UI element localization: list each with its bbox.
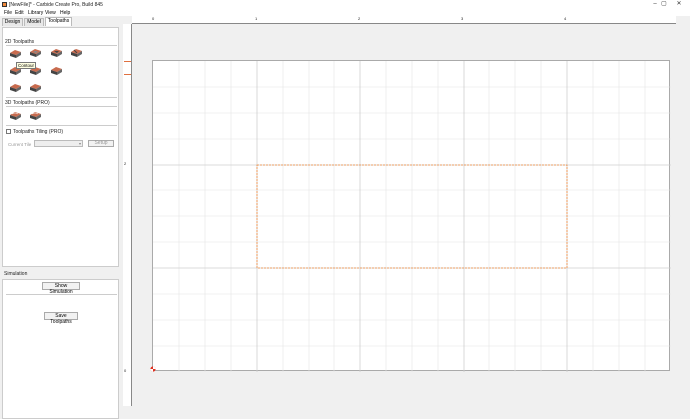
ruler-left: 2 0 bbox=[123, 24, 132, 406]
ruler-label: 3 bbox=[461, 16, 464, 21]
rough-toolpath-icon[interactable] bbox=[9, 82, 22, 93]
3d-finish-icon[interactable] bbox=[29, 110, 42, 121]
ruler-label: 2 bbox=[358, 16, 361, 21]
window-title: [NewFile]* - Carbide Create Pro, Build 8… bbox=[9, 1, 103, 8]
ruler-marker bbox=[124, 74, 131, 75]
canvas-grid bbox=[153, 61, 671, 372]
tab-design[interactable]: Design bbox=[2, 18, 23, 26]
chamfer-toolpath-icon[interactable] bbox=[50, 65, 63, 76]
divider bbox=[6, 97, 117, 98]
menu-bar: File Edit Library View Help bbox=[0, 9, 690, 16]
ruler-label: 2 bbox=[124, 161, 127, 166]
ruler-label: 1 bbox=[255, 16, 258, 21]
divider bbox=[6, 45, 117, 46]
finish-toolpath-icon[interactable] bbox=[29, 82, 42, 93]
divider bbox=[6, 294, 117, 295]
tiling-checkbox[interactable] bbox=[6, 129, 11, 134]
toolpaths-panel: 2D Toolpaths Contour 3D Toolpaths (PRO) … bbox=[2, 27, 119, 267]
ruler-label: 0 bbox=[152, 16, 155, 21]
contour-tooltip: Contour bbox=[16, 62, 37, 69]
ruler-top: 0 1 2 3 4 bbox=[132, 16, 676, 24]
simulation-panel: Show Simulation Save Toolpaths bbox=[2, 279, 119, 419]
maximize-button[interactable]: ▢ bbox=[657, 0, 671, 9]
tab-toolpaths[interactable]: Toolpaths bbox=[45, 17, 72, 26]
setup-button[interactable]: Setup bbox=[88, 140, 114, 147]
contour-toolpath-icon[interactable] bbox=[9, 48, 22, 59]
vcarve-toolpath-icon[interactable] bbox=[70, 47, 83, 58]
chevron-down-icon: ▾ bbox=[78, 141, 81, 146]
tab-model[interactable]: Model bbox=[24, 18, 44, 26]
save-toolpaths-button[interactable]: Save Toolpaths bbox=[44, 312, 78, 325]
close-button[interactable]: ✕ bbox=[672, 0, 686, 9]
app-icon bbox=[2, 2, 7, 7]
drill-toolpath-icon[interactable] bbox=[50, 47, 63, 58]
title-bar: [NewFile]* - Carbide Create Pro, Build 8… bbox=[0, 0, 690, 9]
show-simulation-button[interactable]: Show Simulation bbox=[42, 282, 80, 295]
divider bbox=[6, 125, 117, 126]
current-tile-label: Current Tile bbox=[8, 142, 32, 147]
simulation-heading: Simulation bbox=[4, 271, 28, 277]
design-canvas[interactable] bbox=[152, 60, 671, 372]
ruler-label: 4 bbox=[564, 16, 567, 21]
pocket-toolpath-icon[interactable] bbox=[29, 47, 42, 58]
tiling-label: Toolpaths Tiling (PRO) bbox=[13, 129, 64, 135]
3d-rough-icon[interactable] bbox=[9, 110, 22, 121]
divider bbox=[6, 106, 117, 107]
ruler-label: 0 bbox=[124, 368, 127, 373]
current-tile-select[interactable]: ▾ bbox=[34, 140, 83, 147]
canvas-area[interactable]: 0 1 2 3 4 2 0 bbox=[123, 16, 690, 414]
left-panel: Design Model Toolpaths 2D Toolpaths Cont… bbox=[0, 16, 122, 419]
origin-icon bbox=[150, 366, 156, 372]
ruler-marker bbox=[124, 61, 131, 62]
